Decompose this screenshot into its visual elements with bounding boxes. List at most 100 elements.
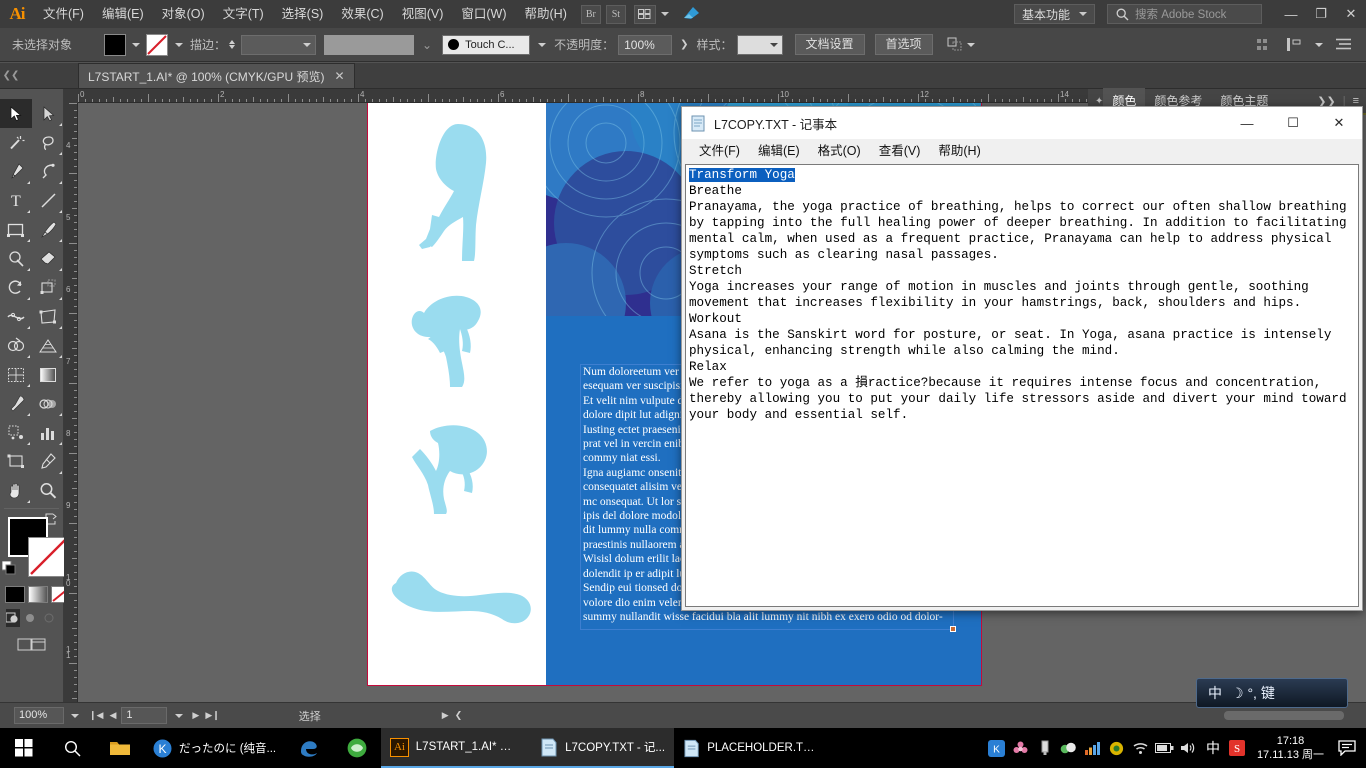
tray-wifi-icon[interactable] bbox=[1129, 728, 1153, 768]
ai-close-button[interactable]: ✕ bbox=[1336, 0, 1366, 28]
prev-artboard-button[interactable]: ◀ bbox=[106, 710, 119, 721]
rectangle-tool[interactable] bbox=[0, 215, 32, 244]
taskbar-app-browser-green[interactable] bbox=[333, 728, 381, 768]
paintbrush-tool[interactable] bbox=[32, 215, 64, 244]
tray-shield-icon[interactable] bbox=[1105, 728, 1129, 768]
collapse-panel-icon[interactable]: ❮❮ bbox=[0, 62, 22, 88]
taskbar-clock[interactable]: 17:18 17.11.13 周一 bbox=[1249, 734, 1332, 762]
fill-color-swatch[interactable] bbox=[104, 33, 126, 56]
panel-gear-icon[interactable]: ✦ bbox=[1088, 96, 1103, 107]
taskbar-search-icon[interactable] bbox=[48, 728, 96, 768]
workspace-selector[interactable]: 基本功能 bbox=[1013, 4, 1095, 24]
selection-tool[interactable] bbox=[0, 99, 32, 128]
draw-normal-icon[interactable] bbox=[6, 609, 21, 627]
tray-flower-icon[interactable] bbox=[1009, 728, 1033, 768]
arrange-documents-button[interactable] bbox=[633, 4, 656, 24]
notepad-menu-edit[interactable]: 编辑(E) bbox=[749, 139, 809, 164]
taskbar-app-illustrator[interactable]: Ai L7START_1.AI* @ ... bbox=[381, 728, 532, 768]
tray-network-bars-icon[interactable] bbox=[1081, 728, 1105, 768]
default-fill-stroke-icon[interactable] bbox=[1, 560, 17, 579]
document-tab-close-icon[interactable]: ✕ bbox=[334, 69, 344, 83]
stroke-profile-field[interactable] bbox=[324, 34, 415, 55]
gradient-mode-button[interactable] bbox=[28, 586, 48, 603]
stroke-weight-dropdown[interactable] bbox=[241, 34, 317, 55]
opacity-value[interactable]: 100% bbox=[618, 34, 673, 55]
tray-kugou-icon[interactable]: K bbox=[985, 728, 1009, 768]
stroke-chevron-down-icon[interactable] bbox=[175, 42, 183, 47]
horizontal-scrollbar[interactable] bbox=[1224, 711, 1344, 720]
notepad-menu-view[interactable]: 查看(V) bbox=[870, 139, 930, 164]
symbol-sprayer-tool[interactable] bbox=[0, 418, 32, 447]
notepad-menu-file[interactable]: 文件(F) bbox=[690, 139, 749, 164]
transform-flyout[interactable] bbox=[947, 37, 975, 52]
tray-cloud-icon[interactable] bbox=[1057, 728, 1081, 768]
hand-tool[interactable] bbox=[0, 476, 32, 505]
taskbar-app-notepad-placeholder[interactable]: PLACEHOLDER.TX... bbox=[674, 728, 824, 768]
lasso-tool[interactable] bbox=[32, 128, 64, 157]
ime-floating-bar[interactable]: 中 ☽ °, 键 bbox=[1196, 678, 1348, 708]
slice-tool[interactable] bbox=[32, 447, 64, 476]
magic-wand-tool[interactable] bbox=[0, 128, 32, 157]
ime-glyphs[interactable]: ☽ °, 键 bbox=[1231, 683, 1275, 703]
menu-effect[interactable]: 效果(C) bbox=[332, 0, 392, 28]
notepad-title-bar[interactable]: L7COPY.TXT - 记事本 — ☐ ✕ bbox=[682, 107, 1362, 139]
perspective-grid-tool[interactable] bbox=[32, 331, 64, 360]
column-graph-tool[interactable] bbox=[32, 418, 64, 447]
graphic-style-dropdown[interactable] bbox=[736, 34, 783, 55]
swap-fill-stroke-icon[interactable] bbox=[44, 513, 57, 528]
taskbar-app-edge[interactable] bbox=[285, 728, 333, 768]
ai-maximize-button[interactable]: ❐ bbox=[1306, 0, 1336, 28]
artboard-chevron-down-icon[interactable] bbox=[175, 713, 184, 718]
stroke-weight-stepper[interactable] bbox=[229, 40, 236, 49]
menu-object[interactable]: 对象(O) bbox=[153, 0, 214, 28]
notepad-minimize-button[interactable]: — bbox=[1224, 107, 1270, 139]
menu-window[interactable]: 窗口(W) bbox=[452, 0, 515, 28]
preferences-button[interactable]: 首选项 bbox=[874, 34, 933, 55]
document-tab[interactable]: L7START_1.AI* @ 100% (CMYK/GPU 预览) ✕ bbox=[78, 63, 355, 88]
ime-mode-label[interactable]: 中 bbox=[1208, 683, 1222, 703]
menu-view[interactable]: 视图(V) bbox=[393, 0, 453, 28]
artboard-number-value[interactable]: 1 bbox=[121, 707, 168, 724]
menu-select[interactable]: 选择(S) bbox=[273, 0, 333, 28]
ai-minimize-button[interactable]: — bbox=[1276, 0, 1306, 28]
tray-sogou-icon[interactable]: S bbox=[1225, 728, 1249, 768]
shaper-tool[interactable] bbox=[0, 244, 32, 273]
stock-search-box[interactable]: 搜索 Adobe Stock bbox=[1107, 4, 1262, 24]
last-artboard-button[interactable]: ▶❙ bbox=[202, 710, 222, 721]
next-artboard-button[interactable]: ▶ bbox=[189, 710, 202, 721]
taskbar-app-kugou[interactable]: K だったのに (纯音... bbox=[144, 728, 285, 768]
properties-list-icon[interactable] bbox=[1336, 38, 1352, 51]
brush-definition-field[interactable]: Touch C... bbox=[442, 34, 531, 55]
color-mode-button[interactable] bbox=[5, 586, 25, 603]
vertical-ruler[interactable]: 4567891 01 1 bbox=[64, 103, 78, 702]
brush-chevron-down-icon[interactable] bbox=[538, 42, 547, 47]
scale-tool[interactable] bbox=[32, 273, 64, 302]
align-icon[interactable] bbox=[1257, 38, 1273, 52]
zoom-tool[interactable] bbox=[32, 476, 64, 505]
stroke-profile-chevron-icon[interactable]: ⌄ bbox=[422, 38, 432, 52]
status-flyout-icon[interactable]: ▶ bbox=[439, 710, 452, 721]
first-artboard-button[interactable]: ❙◀ bbox=[86, 710, 106, 721]
eraser-tool[interactable] bbox=[32, 244, 64, 273]
draw-inside-icon[interactable] bbox=[43, 609, 57, 627]
notepad-menu-help[interactable]: 帮助(H) bbox=[929, 139, 989, 164]
shape-builder-tool[interactable] bbox=[0, 331, 32, 360]
arrange-chevron-down-icon[interactable] bbox=[660, 12, 669, 16]
bridge-button[interactable]: Br bbox=[580, 4, 601, 24]
selection-handle[interactable] bbox=[950, 626, 956, 632]
type-tool[interactable]: T bbox=[0, 186, 32, 215]
zoom-chevron-down-icon[interactable] bbox=[71, 713, 79, 718]
notepad-maximize-button[interactable]: ☐ bbox=[1270, 107, 1316, 139]
fill-chevron-down-icon[interactable] bbox=[132, 42, 140, 47]
stroke-swatch[interactable] bbox=[28, 537, 68, 577]
notification-center-icon[interactable] bbox=[1332, 728, 1362, 768]
tray-ime-lang[interactable]: 中 bbox=[1201, 728, 1225, 768]
align-chevron-down-icon[interactable] bbox=[1315, 42, 1323, 47]
notepad-close-button[interactable]: ✕ bbox=[1316, 107, 1362, 139]
file-explorer-icon[interactable] bbox=[96, 728, 144, 768]
eyedropper-tool[interactable] bbox=[0, 389, 32, 418]
curvature-tool[interactable] bbox=[32, 157, 64, 186]
blend-tool[interactable] bbox=[32, 389, 64, 418]
mesh-tool[interactable] bbox=[0, 360, 32, 389]
taskbar-app-notepad-l7copy[interactable]: L7COPY.TXT - 记... bbox=[531, 728, 675, 768]
